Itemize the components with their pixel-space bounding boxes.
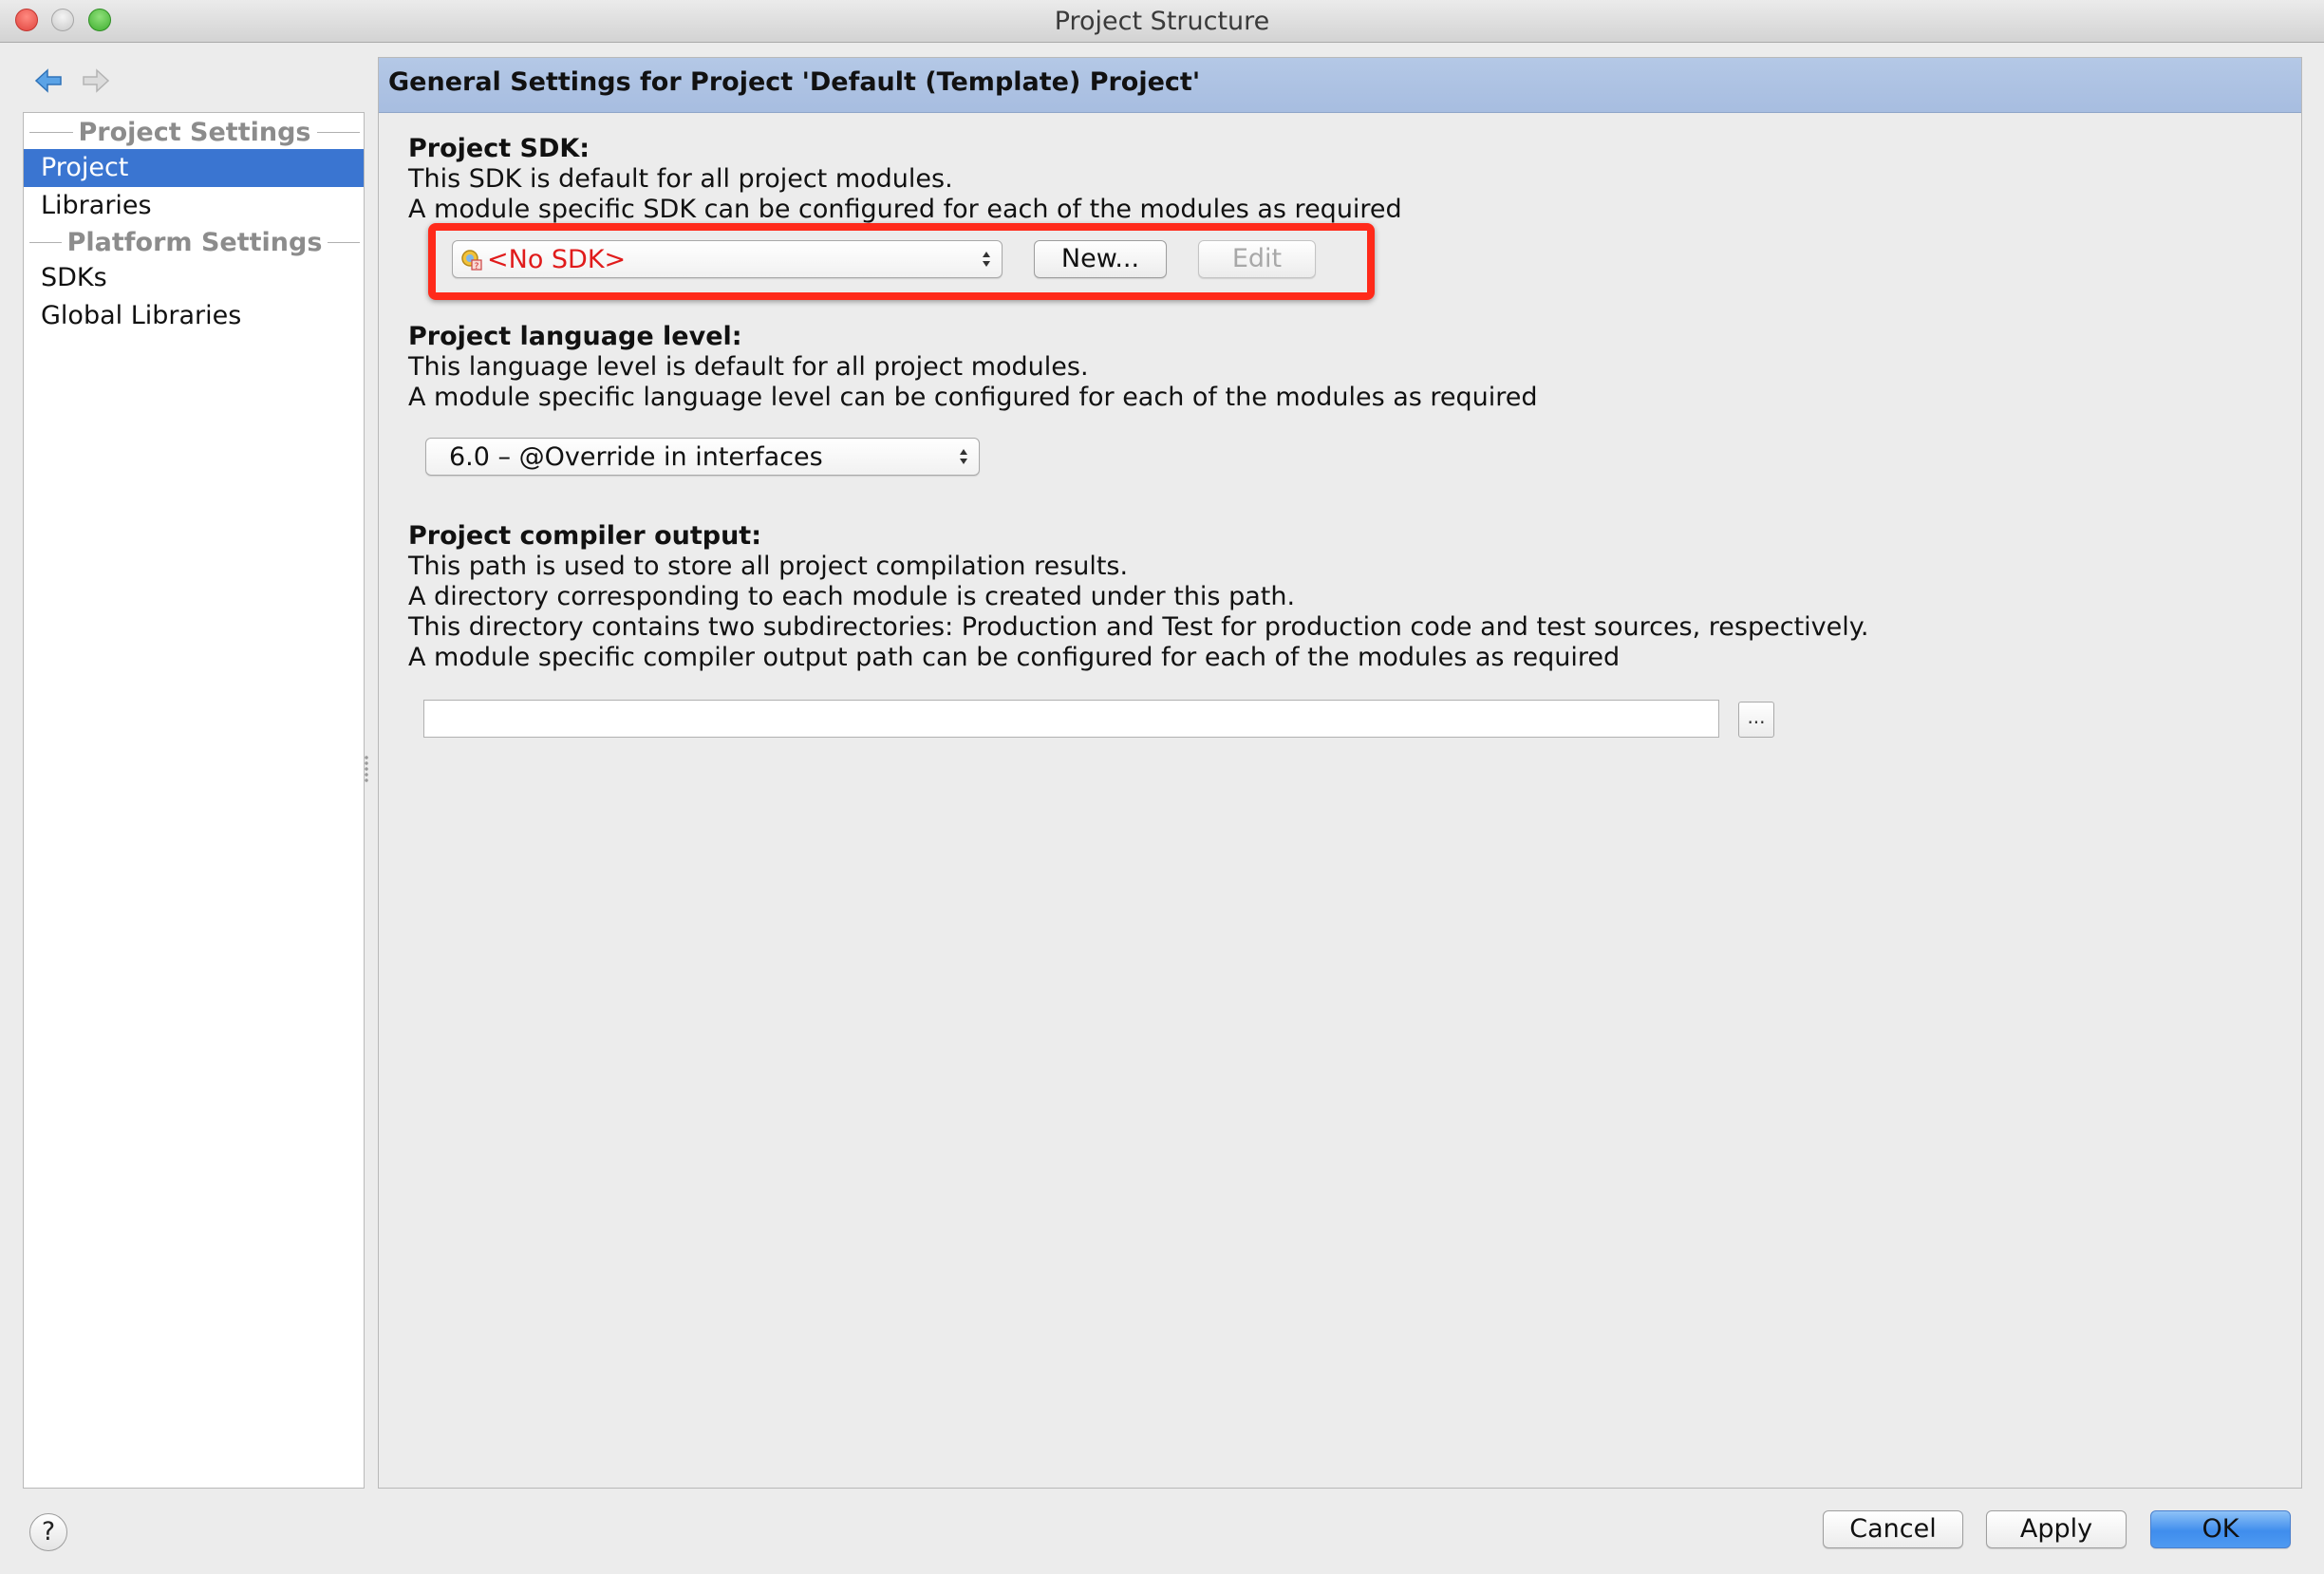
sidebar-item-libraries[interactable]: Libraries (24, 187, 364, 225)
language-level-desc-1: This language level is default for all p… (408, 352, 1089, 382)
splitter-handle[interactable] (364, 755, 369, 783)
project-settings-header: Project Settings (24, 113, 365, 151)
title-bar: Project Structure (0, 0, 2324, 43)
annotation-highlight-box (428, 223, 1375, 300)
ok-button[interactable]: OK (2150, 1510, 2291, 1548)
sidebar-item-project[interactable]: Project (24, 149, 364, 187)
browse-button[interactable]: ... (1738, 702, 1774, 738)
compiler-output-desc-3: This directory contains two subdirectori… (408, 612, 1869, 642)
language-level-desc-2: A module specific language level can be … (408, 383, 1538, 412)
panel-title: General Settings for Project 'Default (T… (388, 67, 1201, 97)
compiler-output-desc-2: A directory corresponding to each module… (408, 582, 1296, 611)
arrow-left-icon[interactable] (32, 66, 65, 95)
project-sdk-title: Project SDK: (408, 134, 590, 163)
project-sdk-desc-1: This SDK is default for all project modu… (408, 164, 953, 194)
sidebar-item-sdks[interactable]: SDKs (24, 259, 364, 297)
cancel-button[interactable]: Cancel (1823, 1510, 1963, 1548)
language-level-value: 6.0 – @Override in interfaces (449, 442, 823, 472)
project-sdk-desc-2: A module specific SDK can be configured … (408, 195, 1402, 224)
window-title: Project Structure (1054, 7, 1270, 36)
compiler-output-desc-1: This path is used to store all project c… (408, 552, 1129, 581)
apply-button[interactable]: Apply (1986, 1510, 2127, 1548)
sidebar: Project Settings Project Libraries Platf… (23, 112, 365, 1489)
sidebar-item-global-libraries[interactable]: Global Libraries (24, 297, 364, 335)
language-level-title: Project language level: (408, 322, 742, 351)
compiler-output-desc-4: A module specific compiler output path c… (408, 643, 1621, 672)
compiler-output-path-input[interactable] (423, 700, 1719, 738)
panel-header: General Settings for Project 'Default (T… (379, 58, 2301, 113)
platform-settings-header: Platform Settings (24, 223, 365, 261)
language-level-select[interactable]: 6.0 – @Override in interfaces (425, 438, 980, 476)
compiler-output-title: Project compiler output: (408, 521, 762, 551)
chevron-updown-icon (960, 449, 967, 464)
help-button[interactable]: ? (29, 1513, 67, 1551)
arrow-right-icon[interactable] (80, 66, 112, 95)
